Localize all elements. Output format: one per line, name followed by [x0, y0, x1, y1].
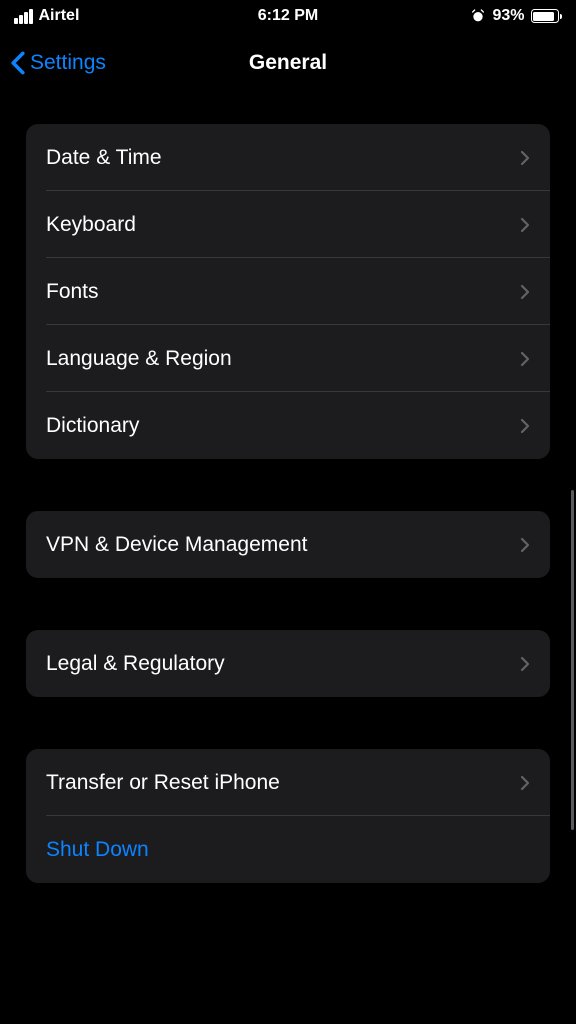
row-label: Fonts [46, 280, 99, 304]
settings-row-transfer-or-reset-iphone[interactable]: Transfer or Reset iPhone [26, 749, 550, 816]
row-label: Date & Time [46, 146, 162, 170]
row-label: Transfer or Reset iPhone [46, 771, 280, 795]
chevron-left-icon [10, 51, 26, 75]
settings-group: Transfer or Reset iPhone Shut Down [26, 749, 550, 883]
row-label: Legal & Regulatory [46, 652, 225, 676]
chevron-right-icon [520, 656, 530, 672]
status-left: Airtel [14, 7, 79, 25]
scrollbar[interactable] [571, 490, 574, 830]
battery-icon [531, 9, 563, 23]
chevron-right-icon [520, 775, 530, 791]
chevron-right-icon [520, 284, 530, 300]
page-title: General [249, 51, 327, 75]
status-time: 6:12 PM [258, 7, 318, 25]
back-button-label: Settings [30, 51, 106, 75]
row-label: Language & Region [46, 347, 232, 371]
row-label: VPN & Device Management [46, 533, 307, 557]
settings-row-keyboard[interactable]: Keyboard [26, 191, 550, 258]
chevron-right-icon [520, 537, 530, 553]
row-label: Shut Down [46, 838, 149, 862]
settings-row-fonts[interactable]: Fonts [26, 258, 550, 325]
carrier-label: Airtel [39, 7, 80, 25]
battery-percent-label: 93% [492, 7, 524, 25]
row-label: Dictionary [46, 414, 139, 438]
alarm-icon [470, 8, 486, 24]
settings-group: Date & Time Keyboard Fonts Language & Regio… [26, 124, 550, 459]
back-button[interactable]: Settings [10, 51, 106, 75]
settings-group: Legal & Regulatory [26, 630, 550, 697]
settings-row-date-time[interactable]: Date & Time [26, 124, 550, 191]
chevron-right-icon [520, 418, 530, 434]
chevron-right-icon [520, 351, 530, 367]
settings-row-legal-regulatory[interactable]: Legal & Regulatory [26, 630, 550, 697]
settings-group: VPN & Device Management [26, 511, 550, 578]
settings-row-vpn-device-management[interactable]: VPN & Device Management [26, 511, 550, 578]
settings-row-shut-down[interactable]: Shut Down [26, 816, 550, 883]
settings-content: Date & Time Keyboard Fonts Language & Regio… [0, 94, 576, 883]
signal-strength-icon [14, 9, 33, 24]
settings-row-language-region[interactable]: Language & Region [26, 325, 550, 392]
navigation-bar: Settings General [0, 32, 576, 94]
row-label: Keyboard [46, 213, 136, 237]
status-right: 93% [470, 7, 562, 25]
status-bar: Airtel 6:12 PM 93% [0, 0, 576, 32]
chevron-right-icon [520, 150, 530, 166]
settings-row-dictionary[interactable]: Dictionary [26, 392, 550, 459]
chevron-right-icon [520, 217, 530, 233]
